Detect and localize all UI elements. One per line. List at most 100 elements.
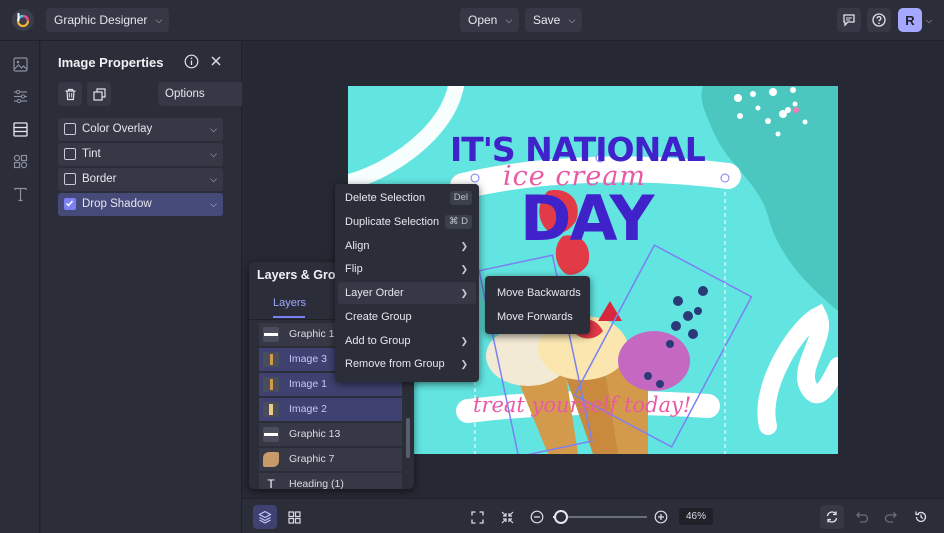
layer-label: Image 1 [289,378,327,390]
layer-order-submenu: Move Backwards Move Forwards [485,276,590,334]
property-label: Tint [82,148,101,160]
grid-icon [287,510,301,524]
shrink-button[interactable] [495,505,519,529]
property-label: Color Overlay [82,123,153,135]
adjustments-tool-icon[interactable] [11,87,29,105]
shortcut-badge: ⌘ D [445,215,472,229]
elements-tool-icon[interactable] [11,152,29,170]
zoom-slider[interactable] [553,510,647,524]
layer-row[interactable]: Image 2 [259,398,402,421]
help-button[interactable] [867,8,891,32]
layer-label: Heading (1) [289,478,344,489]
text-tool-icon[interactable] [11,185,29,203]
history-icon [915,511,927,523]
chevron-right-icon: ❯ [460,264,468,274]
save-dropdown[interactable]: Save ⌵ [525,8,583,32]
fit-screen-button[interactable] [465,505,489,529]
layer-label: Image 2 [289,403,327,415]
redo-icon [884,512,897,523]
menu-item-flip[interactable]: Flip ❯ [338,258,476,280]
zoom-slider-handle[interactable] [554,510,568,524]
white-brush-stroke-top [348,86,464,190]
zoom-out-button[interactable] [525,505,549,529]
project-name-label: Graphic Designer [54,13,148,27]
shrink-icon [501,511,513,523]
panel-title: Image Properties [58,55,164,70]
property-border[interactable]: Border ⌵ [58,168,223,191]
menu-item-remove-from-group[interactable]: Remove from Group ❯ [338,353,476,375]
graphic-thumbnail-icon [263,427,279,442]
chevron-down-icon: ⌵ [155,15,163,25]
menu-item-create-group[interactable]: Create Group [338,306,476,328]
menu-item-align[interactable]: Align ❯ [338,235,476,257]
duplicate-button[interactable] [87,82,111,106]
tool-rail [0,41,40,533]
layer-row[interactable]: T Heading (1) [259,473,402,489]
graphic-thumbnail-icon [263,452,279,467]
layers-toggle-button[interactable] [253,505,277,529]
tagline-text[interactable]: treat yourself today! [473,392,691,418]
checkbox[interactable] [64,123,76,135]
info-icon[interactable] [184,54,199,74]
layout-tool-icon[interactable] [11,120,29,138]
property-color-overlay[interactable]: Color Overlay ⌵ [58,118,223,141]
trash-icon [65,88,75,100]
open-dropdown[interactable]: Open ⌵ [460,8,520,32]
image-thumbnail-icon [263,402,279,417]
options-label: Options [165,88,205,100]
refresh-button[interactable] [820,505,844,529]
redo-button[interactable] [879,505,903,529]
duplicate-icon [92,87,106,101]
undo-icon [856,512,869,523]
menu-item-duplicate-selection[interactable]: Duplicate Selection ⌘ D [338,211,476,233]
layers-icon [258,510,272,524]
menu-item-label: Remove from Group [345,358,445,370]
layer-label: Image 3 [289,353,327,365]
history-button[interactable] [909,505,933,529]
menu-item-layer-order[interactable]: Layer Order ❯ [338,282,476,304]
property-tint[interactable]: Tint ⌵ [58,143,223,166]
zoom-in-button[interactable] [649,505,673,529]
shortcut-badge: Del [449,191,472,205]
zoom-level-display[interactable]: 46% [679,508,713,525]
property-drop-shadow[interactable]: Drop Shadow ⌵ [58,193,223,216]
undo-button[interactable] [850,505,874,529]
checkbox[interactable] [64,148,76,160]
text-thumbnail-icon: T [267,477,275,489]
layer-row[interactable]: Graphic 13 [259,423,402,446]
close-icon[interactable] [209,54,223,73]
menu-item-label: Align [345,240,370,252]
image-properties-panel: Image Properties Options ❯ Color Overlay… [41,41,264,533]
delete-button[interactable] [58,82,82,106]
avatar-initial: R [905,12,915,28]
chevron-down-icon: ⌵ [210,124,217,134]
comments-button[interactable] [837,8,861,32]
chevron-right-icon: ❯ [460,336,468,346]
project-name-dropdown[interactable]: Graphic Designer ⌵ [46,8,170,32]
image-tool-icon[interactable] [11,55,29,73]
save-label: Save [533,13,561,27]
chevron-down-icon: ⌵ [210,149,217,159]
chevron-down-icon: ⌵ [210,199,217,209]
layer-row[interactable]: Graphic 7 [259,448,402,471]
avatar[interactable]: R [898,8,922,32]
checkbox[interactable] [64,173,76,185]
chevron-down-icon: ⌵ [568,15,576,25]
graphic-thumbnail-icon [263,327,279,342]
chevron-down-icon[interactable]: ⌵ [926,16,932,26]
menu-item-delete-selection[interactable]: Delete Selection Del [338,187,476,209]
checkbox-checked[interactable] [64,198,76,210]
menu-item-add-to-group[interactable]: Add to Group ❯ [338,330,476,352]
property-label: Drop Shadow [82,198,152,210]
layer-label: Graphic 7 [289,453,335,465]
menu-item-move-backwards[interactable]: Move Backwards [488,282,587,304]
expand-icon [470,510,484,524]
white-zigzag-stroke [757,303,838,435]
image-thumbnail-icon [263,377,279,392]
menu-item-move-forwards[interactable]: Move Forwards [488,306,587,328]
headline-day[interactable]: DAY [520,186,654,252]
grid-view-button[interactable] [282,505,306,529]
app-logo-icon[interactable] [12,9,34,31]
tab-layers[interactable]: Layers [273,297,306,309]
layers-scrollbar[interactable] [406,418,410,458]
